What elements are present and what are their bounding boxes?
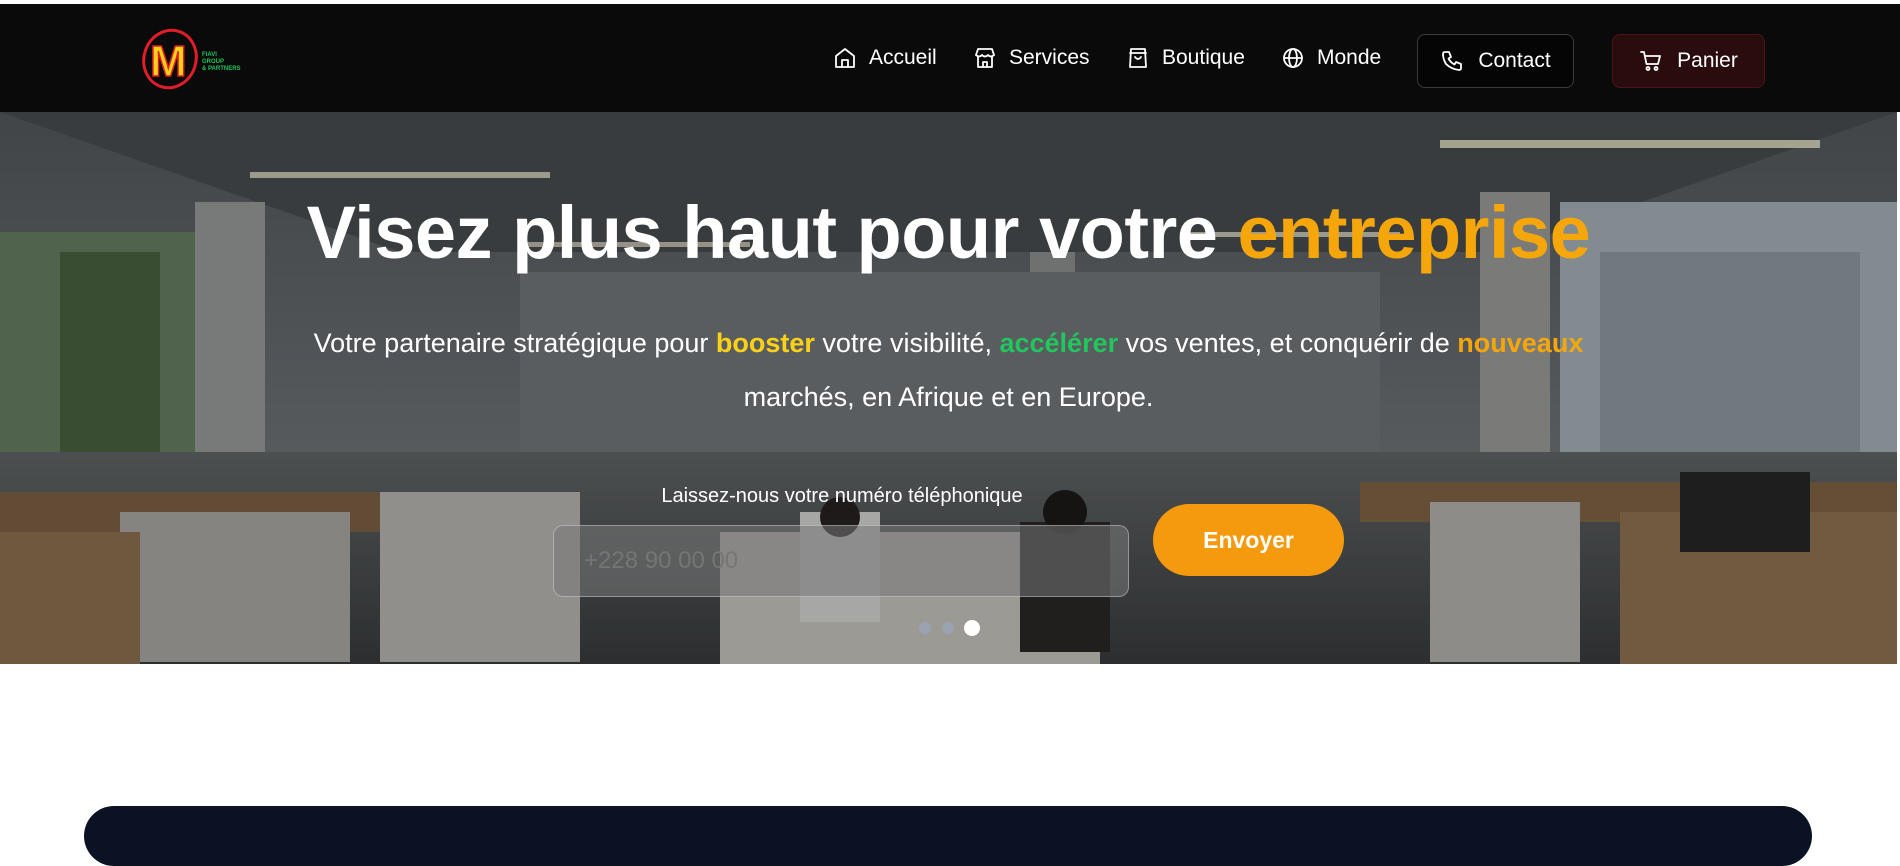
logo-text: FIAVI GROUP & PARTNERS	[202, 52, 252, 73]
nav-item-accueil[interactable]: Accueil	[833, 4, 937, 112]
nav-label-services: Services	[1009, 46, 1090, 69]
bottom-dark-section	[84, 806, 1812, 866]
logo-letter: M	[150, 37, 187, 86]
contact-label: Contact	[1478, 49, 1551, 72]
send-button[interactable]: Envoyer	[1153, 504, 1344, 576]
nav-item-monde[interactable]: Monde	[1281, 4, 1381, 112]
subtitle-text-2: votre visibilité,	[814, 328, 1000, 358]
nav-label-boutique: Boutique	[1162, 46, 1245, 69]
logo-line-1: FIAVI	[202, 52, 217, 58]
cart-label: Panier	[1677, 49, 1738, 72]
bag-icon	[1129, 48, 1147, 68]
subtitle-highlight-nouveaux: nouveaux	[1457, 328, 1584, 358]
phone-input[interactable]	[553, 525, 1129, 597]
hero-title-accent: entreprise	[1237, 191, 1591, 274]
top-navbar: M FIAVI GROUP & PARTNERS Accueil Service…	[0, 4, 1900, 112]
hero-section: Visez plus haut pour votre entreprise Vo…	[0, 112, 1897, 664]
globe-icon	[1283, 48, 1303, 68]
subtitle-text-1: Votre partenaire stratégique pour	[313, 328, 716, 358]
carousel-dot-1[interactable]	[919, 622, 931, 634]
cart-icon	[1640, 51, 1662, 71]
home-icon	[835, 48, 855, 68]
nav-label-monde: Monde	[1317, 46, 1382, 69]
cart-button[interactable]: Panier	[1612, 34, 1765, 88]
hero-subtitle: Votre partenaire stratégique pour booste…	[300, 316, 1597, 424]
hero-title: Visez plus haut pour votre entreprise	[0, 190, 1897, 275]
logo-line-3: & PARTNERS	[202, 66, 241, 72]
store-icon	[975, 48, 995, 68]
hero-title-main: Visez plus haut pour votre	[306, 191, 1238, 274]
subtitle-text-3: vos ventes, et conquérir de	[1118, 328, 1458, 358]
contact-button[interactable]: Contact	[1417, 34, 1574, 88]
carousel-dot-3-active[interactable]	[964, 620, 980, 636]
nav-item-services[interactable]: Services	[973, 4, 1090, 112]
subtitle-text-4: marchés, en Afrique et en Europe.	[743, 382, 1154, 412]
logo-line-2: GROUP	[202, 59, 225, 65]
carousel-dot-2[interactable]	[942, 622, 954, 634]
subtitle-highlight-booster: booster	[715, 328, 815, 358]
nav-label-accueil: Accueil	[869, 46, 937, 69]
subtitle-highlight-accelerer: accélérer	[999, 328, 1119, 358]
nav-item-boutique[interactable]: Boutique	[1126, 4, 1245, 112]
phone-label: Laissez-nous votre numéro téléphonique	[661, 485, 1023, 507]
phone-icon	[1442, 51, 1463, 71]
